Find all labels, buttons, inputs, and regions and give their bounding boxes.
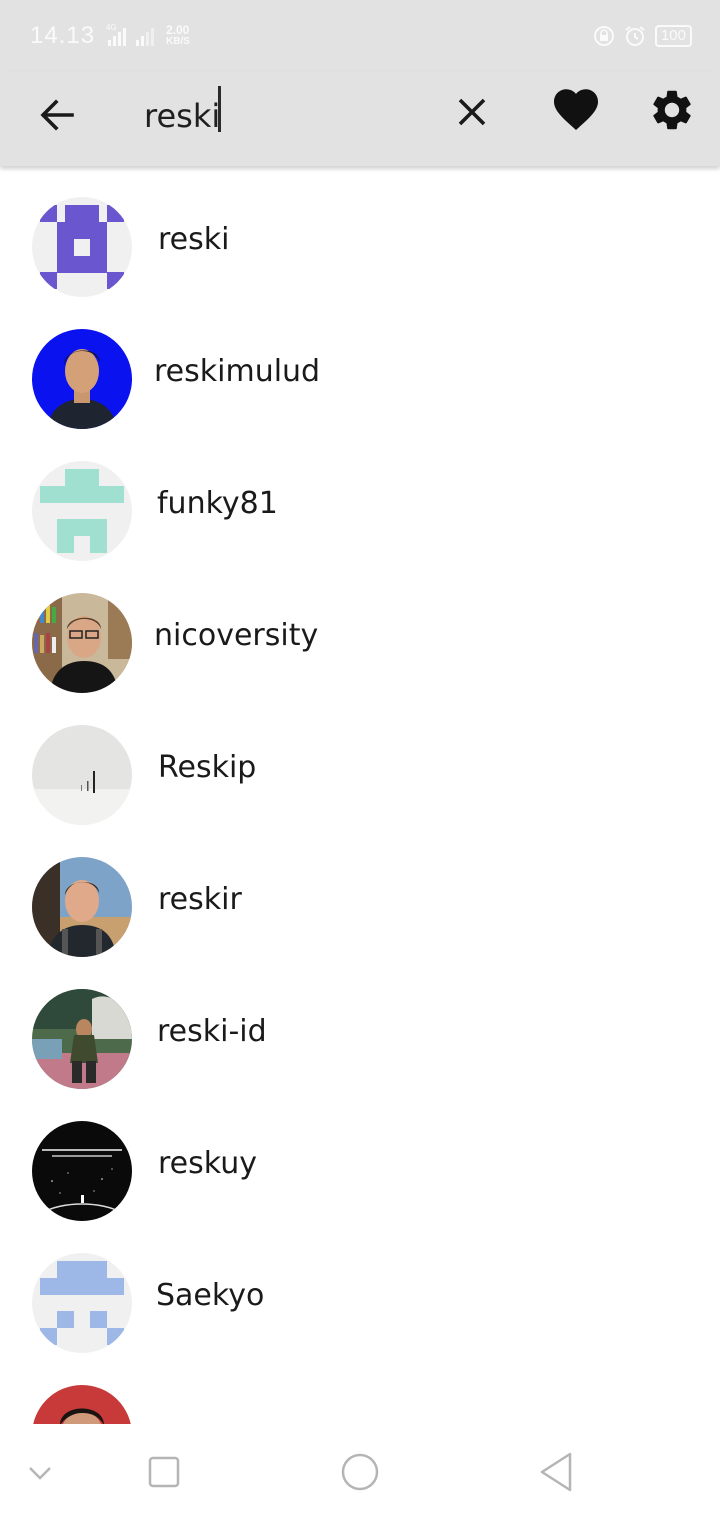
list-item[interactable]: reski-id xyxy=(0,958,720,1090)
avatar xyxy=(32,593,132,693)
avatar xyxy=(32,1253,132,1353)
signal-icon: 4G xyxy=(106,24,154,46)
profile-photo xyxy=(32,725,132,825)
identicon-image xyxy=(32,461,132,561)
list-item[interactable]: reski xyxy=(0,166,720,298)
list-item[interactable]: funky81 xyxy=(0,430,720,562)
search-results-list: reski reskimulud funky81 nicoversity Res… xyxy=(0,166,720,1424)
chevron-down-icon xyxy=(29,1467,51,1480)
username: reskimulud xyxy=(154,354,321,389)
back-nav-button[interactable] xyxy=(536,1448,576,1500)
status-icons: 100 xyxy=(593,24,692,48)
search-input[interactable] xyxy=(144,88,434,144)
triangle-back-icon xyxy=(540,1452,572,1492)
list-item[interactable]: Reskip xyxy=(0,694,720,826)
profile-photo xyxy=(32,989,132,1089)
status-time: 14.13 xyxy=(30,22,96,49)
avatar xyxy=(32,329,132,429)
username: reski-id xyxy=(157,1014,267,1049)
list-item[interactable]: Saekyo xyxy=(0,1222,720,1354)
back-button[interactable] xyxy=(34,92,80,138)
profile-photo xyxy=(32,329,132,429)
gear-icon xyxy=(653,90,691,130)
avatar xyxy=(32,461,132,561)
square-icon xyxy=(148,1456,180,1488)
text-caret xyxy=(218,86,221,132)
avatar xyxy=(32,1121,132,1221)
list-item[interactable]: reskimulud xyxy=(0,298,720,430)
username: nicoversity xyxy=(154,618,319,653)
profile-photo xyxy=(32,1385,132,1424)
settings-button[interactable] xyxy=(648,86,696,134)
list-item[interactable]: reskir xyxy=(0,826,720,958)
arrow-left-icon xyxy=(40,99,74,131)
circle-icon xyxy=(341,1453,379,1491)
avatar xyxy=(32,197,132,297)
recents-button[interactable] xyxy=(146,1448,182,1500)
favorites-button[interactable] xyxy=(552,88,600,136)
username: reskir xyxy=(158,882,242,917)
list-item[interactable] xyxy=(0,1354,720,1424)
battery-indicator: 100 xyxy=(654,25,692,47)
system-nav-bar xyxy=(0,1424,720,1520)
status-bar: 14.13 4G 2.00 KB/S 100 xyxy=(0,0,720,72)
identicon-image xyxy=(32,197,132,297)
avatar xyxy=(32,857,132,957)
identicon-image xyxy=(32,1253,132,1353)
list-item[interactable]: nicoversity xyxy=(0,562,720,694)
search-toolbar xyxy=(0,72,720,166)
alarm-icon xyxy=(625,26,645,46)
list-item[interactable]: reskuy xyxy=(0,1090,720,1222)
heart-icon xyxy=(554,89,598,130)
close-icon xyxy=(458,98,486,126)
username: Saekyo xyxy=(156,1278,265,1313)
svg-text:4G: 4G xyxy=(106,24,117,32)
username: reski xyxy=(158,222,230,257)
clear-search-button[interactable] xyxy=(450,90,494,134)
home-button[interactable] xyxy=(338,1448,382,1500)
profile-photo xyxy=(32,593,132,693)
avatar xyxy=(32,725,132,825)
profile-photo xyxy=(32,857,132,957)
lock-rotation-icon xyxy=(593,26,614,46)
network-speed: 2.00 KB/S xyxy=(166,23,190,47)
username: reskuy xyxy=(158,1146,257,1181)
username: Reskip xyxy=(158,750,257,785)
avatar xyxy=(32,1385,132,1424)
username: funky81 xyxy=(157,486,278,521)
avatar xyxy=(32,989,132,1089)
hide-nav-button[interactable] xyxy=(26,1448,54,1500)
profile-photo xyxy=(32,1121,132,1221)
